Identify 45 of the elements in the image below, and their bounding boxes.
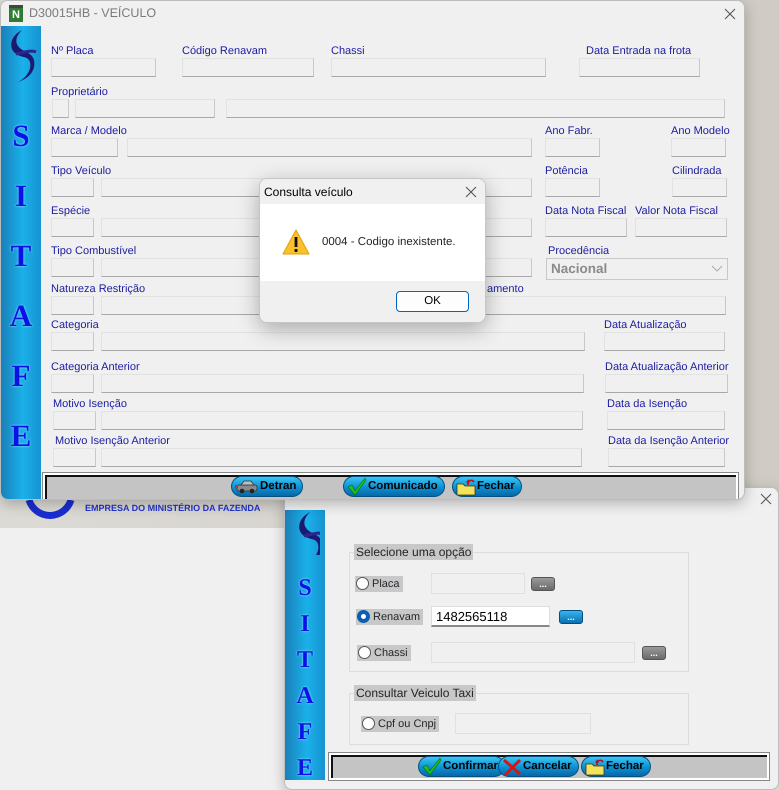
brand-letter: E: [10, 420, 32, 451]
field-label: Motivo Isenção Anterior: [55, 434, 170, 448]
field-label: Data Nota Fiscal: [545, 204, 626, 218]
brand-letter: F: [12, 360, 30, 391]
brand-letter: I: [300, 612, 310, 636]
app-icon: N: [9, 5, 23, 22]
field-label: Data Atualização Anterior: [605, 360, 729, 374]
brand-letter: S: [298, 576, 312, 600]
field-label: Cilindrada: [672, 164, 722, 178]
brand-letter: T: [296, 648, 313, 672]
brand-letter: S: [12, 120, 30, 151]
group-title: Consultar Veiculo Taxi: [354, 685, 476, 701]
field-label: Data da Isenção: [607, 396, 688, 411]
field-label: Chassi: [331, 44, 365, 58]
window-title: D30015HB - VEÍCULO: [29, 5, 158, 22]
field-label: Marca / Modelo: [51, 124, 127, 138]
field-label: Espécie: [51, 204, 90, 218]
field-label: Potência: [545, 164, 588, 178]
brand-letter: A: [10, 300, 32, 331]
error-message: 0004 - Codigo inexistente.: [322, 234, 456, 250]
field-label: Categoria: [51, 318, 99, 332]
brand-letter: F: [298, 720, 312, 744]
field-label: Data Entrada na frota: [586, 44, 692, 58]
group-title: Selecione uma opção: [354, 544, 474, 560]
field-label: Ano Modelo: [671, 124, 730, 138]
brand-letter: A: [296, 684, 314, 708]
brand-letter: I: [14, 180, 28, 211]
field-label: Proprietário: [51, 85, 108, 100]
field-label: Natureza Restrição: [51, 282, 146, 296]
field-label: amento: [487, 282, 524, 296]
field-label: Nº Placa: [51, 44, 94, 58]
field-label: Valor Nota Fiscal: [635, 204, 718, 218]
field-label: Código Renavam: [182, 44, 267, 58]
brand-letter: T: [10, 240, 32, 271]
field-label: Tipo Combustível: [51, 244, 136, 258]
brand-letter: E: [296, 756, 313, 780]
company-footer-text: EMPRESA DO MINISTÉRIO DA FAZENDA: [85, 502, 260, 515]
field-label: Ano Fabr.: [545, 124, 593, 138]
field-label: Tipo Veículo: [51, 164, 112, 178]
field-label: Motivo Isenção: [53, 396, 127, 411]
dialog-title: Consulta veículo: [264, 184, 353, 200]
field-label: Categoria Anterior: [51, 360, 140, 374]
field-label: Data da Isenção Anterior: [608, 434, 730, 448]
field-label: Procedência: [548, 244, 610, 258]
field-label: Data Atualização: [604, 318, 687, 332]
